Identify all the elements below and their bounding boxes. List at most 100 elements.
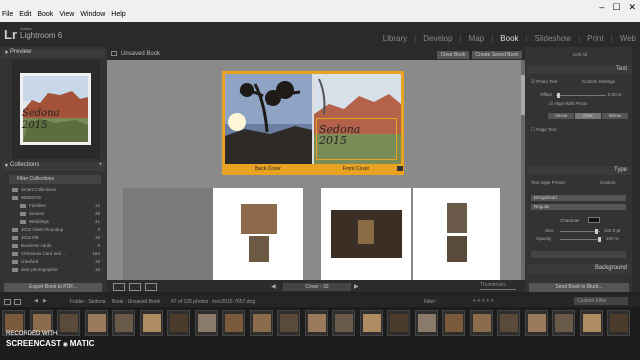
align-below-button[interactable]: Below bbox=[602, 113, 628, 119]
filmstrip-thumbnail[interactable] bbox=[607, 310, 630, 336]
type-panel-header[interactable]: Type bbox=[527, 166, 631, 175]
page-photo[interactable] bbox=[241, 204, 277, 234]
back-arrow-icon[interactable]: ◀ bbox=[34, 298, 38, 304]
menu-book[interactable]: Book bbox=[37, 11, 53, 18]
forward-arrow-icon[interactable]: ▶ bbox=[43, 298, 47, 304]
collection-item[interactable]: crawford 19 bbox=[12, 259, 102, 265]
filmstrip-thumbnail[interactable] bbox=[387, 310, 410, 336]
filmstrip-thumbnail[interactable] bbox=[112, 310, 135, 336]
close-icon[interactable]: ✕ bbox=[628, 2, 636, 13]
filmstrip-thumbnail[interactable] bbox=[249, 310, 273, 336]
menu-edit[interactable]: Edit bbox=[19, 11, 31, 18]
back-cover-photo[interactable] bbox=[225, 74, 312, 164]
filmstrip-thumbnail[interactable] bbox=[469, 310, 493, 336]
filmstrip-thumbnail[interactable] bbox=[222, 310, 245, 336]
size-slider-knob[interactable] bbox=[595, 229, 598, 234]
collections-header[interactable]: ▼ Collections + bbox=[2, 162, 105, 171]
panel-toggle-icon[interactable] bbox=[4, 299, 11, 305]
style-preset-value[interactable]: Custom bbox=[600, 180, 616, 185]
single-page-view-icon[interactable] bbox=[145, 283, 157, 291]
collection-item[interactable]: Seniors 45 bbox=[20, 211, 102, 217]
offset-slider[interactable] bbox=[556, 95, 606, 96]
module-map[interactable]: Map bbox=[469, 34, 485, 43]
collection-item[interactable]: Smart Collections bbox=[12, 187, 102, 193]
create-saved-book-button[interactable]: Create Saved Book bbox=[472, 51, 522, 59]
menu-view[interactable]: View bbox=[59, 11, 74, 18]
size-slider[interactable] bbox=[560, 231, 600, 232]
page-photo[interactable] bbox=[447, 203, 467, 233]
right-panel-scrollbar[interactable] bbox=[632, 47, 640, 292]
filter-collections-input[interactable]: Filter Collections bbox=[9, 175, 101, 184]
module-web[interactable]: Web bbox=[620, 34, 636, 43]
module-print[interactable]: Print bbox=[587, 34, 603, 43]
filmstrip-thumbnail[interactable] bbox=[524, 310, 548, 336]
background-panel-header[interactable]: Background bbox=[527, 264, 631, 273]
module-develop[interactable]: Develop bbox=[423, 34, 452, 43]
send-to-blurb-button[interactable]: Send Book to Blurb... bbox=[529, 283, 629, 292]
page-text-checkbox[interactable]: ☐ Page Text bbox=[531, 127, 556, 133]
collection-item[interactable]: Christmas Card and ... 184 bbox=[12, 251, 102, 257]
photo-text-preset[interactable]: Custom Settings bbox=[582, 79, 615, 84]
export-pdf-button[interactable]: Export Book to PDF... bbox=[4, 283, 102, 292]
thumbnail-size-slider[interactable] bbox=[480, 289, 516, 290]
collection-item[interactable]: Business cards 6 bbox=[12, 243, 102, 249]
align-above-button[interactable]: Above bbox=[548, 113, 574, 119]
font-style-select[interactable]: Regular bbox=[531, 204, 626, 210]
filmstrip-thumbnail[interactable] bbox=[414, 310, 438, 336]
module-slideshow[interactable]: Slideshow bbox=[535, 34, 571, 43]
next-page-icon[interactable]: ▶ bbox=[354, 283, 359, 290]
photo-text-checkbox[interactable]: ☑ Photo Text bbox=[531, 79, 557, 85]
minimize-icon[interactable]: – bbox=[599, 2, 604, 13]
cover-title-text[interactable]: Sedona 2015 bbox=[319, 124, 374, 146]
link-all-toggle[interactable]: Link All bbox=[560, 52, 600, 57]
opacity-slider[interactable] bbox=[560, 239, 600, 240]
collection-item[interactable]: 2016 RB 19 bbox=[12, 235, 102, 241]
character-color-swatch[interactable] bbox=[588, 217, 600, 223]
clear-book-button[interactable]: Clear Book bbox=[437, 51, 469, 59]
page-spread-3[interactable] bbox=[413, 188, 500, 280]
filter-preset-select[interactable]: Custom Filter bbox=[574, 297, 628, 305]
filmstrip-thumbnail[interactable] bbox=[359, 310, 383, 336]
spread-view-icon[interactable] bbox=[129, 283, 141, 291]
menu-window[interactable]: Window bbox=[80, 11, 105, 18]
collection-item[interactable]: dear photographer 16 bbox=[12, 267, 102, 273]
page-menu-icon[interactable] bbox=[397, 166, 403, 171]
rating-stars-icon[interactable]: ★★★★★ bbox=[472, 298, 494, 304]
add-icon[interactable]: + bbox=[98, 162, 102, 168]
filmstrip-thumbnail[interactable] bbox=[497, 310, 520, 336]
filmstrip-thumbnail[interactable] bbox=[442, 310, 465, 336]
align-with-photo-checkbox[interactable]: ☑ Align With Photo bbox=[549, 101, 587, 107]
filmstrip-thumbnail[interactable] bbox=[332, 310, 355, 336]
filmstrip-thumbnail[interactable] bbox=[139, 310, 163, 336]
page-photo[interactable] bbox=[249, 236, 269, 262]
alignment-buttons[interactable] bbox=[531, 251, 626, 258]
font-family-select[interactable]: Bringsheart bbox=[531, 195, 626, 201]
filmstrip-thumbnail[interactable] bbox=[552, 310, 575, 336]
maximize-icon[interactable]: ☐ bbox=[612, 2, 620, 13]
prev-page-icon[interactable]: ◀ bbox=[271, 283, 276, 290]
grid-view-icon[interactable] bbox=[14, 299, 21, 305]
blank-page[interactable] bbox=[123, 188, 213, 280]
menu-help[interactable]: Help bbox=[111, 11, 125, 18]
page-photo[interactable] bbox=[447, 236, 467, 262]
collection-item[interactable]: WEBSITE bbox=[12, 195, 102, 201]
collection-item[interactable]: Families 12 bbox=[20, 203, 102, 209]
page-spread-1[interactable] bbox=[213, 188, 303, 280]
preview-header[interactable]: ▼ Preview bbox=[2, 49, 105, 58]
filmstrip-thumbnail[interactable] bbox=[579, 310, 603, 336]
menu-file[interactable]: File bbox=[2, 11, 13, 18]
filmstrip-thumbnail[interactable] bbox=[194, 310, 218, 336]
text-panel-header[interactable]: Text bbox=[527, 65, 631, 74]
multi-page-view-icon[interactable] bbox=[113, 283, 125, 291]
filmstrip-thumbnail[interactable] bbox=[304, 310, 328, 336]
collection-item[interactable]: Weddings 41 bbox=[20, 219, 102, 225]
offset-slider-knob[interactable] bbox=[557, 93, 560, 98]
align-over-button[interactable]: Over bbox=[575, 113, 601, 119]
opacity-slider-knob[interactable] bbox=[598, 237, 601, 242]
collection-item[interactable]: 2015 Client Roundup 3 bbox=[12, 227, 102, 233]
page-navigator[interactable]: Cover - 32 bbox=[283, 283, 351, 291]
filmstrip-thumbnail[interactable] bbox=[167, 310, 190, 336]
module-library[interactable]: Library bbox=[383, 34, 407, 43]
module-book[interactable]: Book bbox=[500, 34, 518, 43]
source-path[interactable]: Folder : Sedona bbox=[70, 299, 106, 305]
